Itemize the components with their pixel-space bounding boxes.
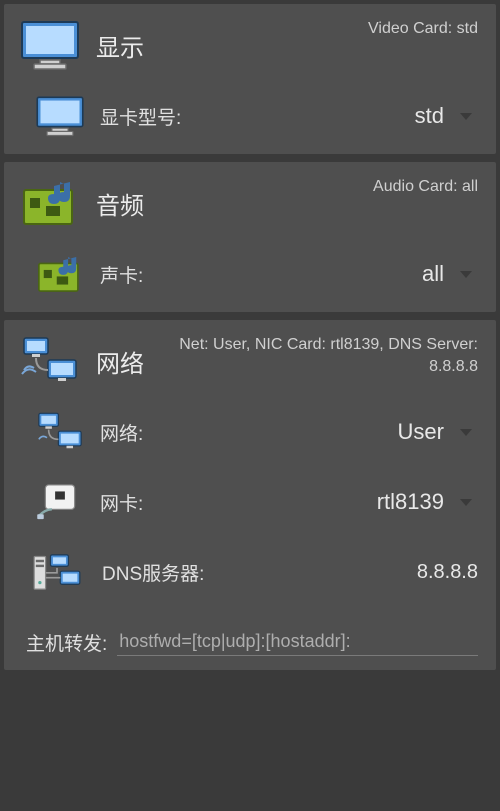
audio-card-label: 声卡: (100, 261, 143, 288)
chevron-down-icon (460, 271, 472, 278)
audio-header: 音频 Audio Card: all (4, 162, 496, 242)
network-panel: 网络 Net: User, NIC Card: rtl8139, DNS Ser… (4, 320, 496, 670)
network-header: 网络 Net: User, NIC Card: rtl8139, DNS Ser… (4, 320, 496, 400)
nic-icon (34, 480, 86, 524)
network-mode-value: User (398, 419, 444, 445)
audio-card-icon (34, 252, 86, 296)
network-dns-label: DNS服务器: (102, 559, 204, 586)
display-panel: 显示 Video Card: std 显卡型号: std (4, 4, 496, 154)
monitor-icon (34, 94, 86, 138)
network-summary: Net: User, NIC Card: rtl8139, DNS Server… (178, 334, 478, 379)
network-hostfwd-row: 主机转发: (4, 610, 496, 670)
network-hostfwd-label: 主机转发: (26, 629, 107, 656)
network-dns-row: DNS服务器: (4, 540, 496, 610)
audio-summary: Audio Card: all (373, 176, 478, 198)
network-icon (18, 334, 82, 388)
display-header: 显示 Video Card: std (4, 4, 496, 84)
display-title: 显示 (96, 28, 144, 63)
monitor-icon (18, 18, 82, 72)
chevron-down-icon (460, 429, 472, 436)
network-hostfwd-input[interactable] (117, 628, 478, 656)
audio-panel: 音频 Audio Card: all 声卡: all (4, 162, 496, 312)
audio-title: 音频 (96, 186, 144, 221)
network-nic-label: 网卡: (100, 489, 143, 516)
display-model-row: 显卡型号: std (4, 84, 496, 154)
dns-server-icon (26, 550, 88, 594)
network-mode-row: 网络: User (4, 400, 496, 470)
chevron-down-icon (460, 113, 472, 120)
audio-card-dropdown[interactable]: all (378, 259, 478, 289)
network-icon (34, 410, 86, 454)
chevron-down-icon (460, 499, 472, 506)
audio-card-icon (18, 176, 82, 230)
network-title: 网络 (96, 344, 144, 379)
display-model-label: 显卡型号: (100, 103, 181, 130)
display-model-dropdown[interactable]: std (378, 101, 478, 131)
network-mode-dropdown[interactable]: User (378, 417, 478, 447)
audio-card-row: 声卡: all (4, 242, 496, 312)
display-summary: Video Card: std (368, 18, 478, 40)
display-model-value: std (415, 103, 444, 129)
network-nic-dropdown[interactable]: rtl8139 (371, 487, 478, 517)
network-nic-value: rtl8139 (377, 489, 444, 515)
network-nic-row: 网卡: rtl8139 (4, 470, 496, 540)
network-mode-label: 网络: (100, 419, 143, 446)
network-dns-input[interactable] (298, 561, 478, 584)
audio-card-value: all (422, 261, 444, 287)
